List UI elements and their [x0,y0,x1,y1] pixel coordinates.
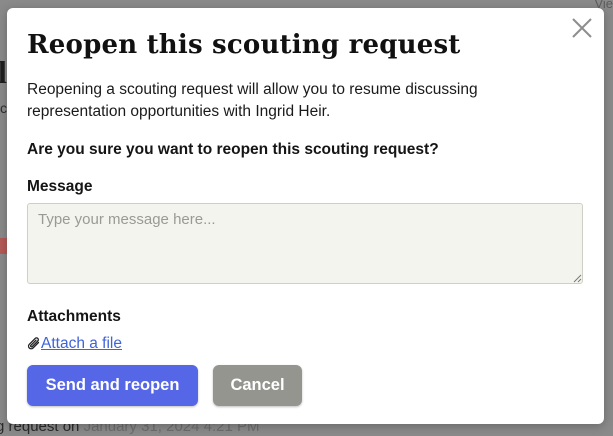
attachments-label: Attachments [27,308,121,325]
send-and-reopen-button[interactable]: Send and reopen [27,365,198,406]
modal-title: Reopen this scouting request [27,30,461,60]
cancel-button[interactable]: Cancel [213,365,302,406]
background-status-badge [0,238,7,254]
attach-file-link[interactable]: Attach a file [41,335,122,353]
paperclip-icon [27,337,40,350]
close-icon [572,18,592,38]
close-button[interactable] [570,16,594,40]
message-textarea[interactable] [27,203,583,284]
attach-file-row[interactable]: Attach a file [27,335,122,353]
background-text-fragment: c [0,100,7,116]
confirm-question: Are you sure you want to reopen this sco… [27,141,439,158]
background-heading-fragment: l [0,54,7,90]
modal-description: Reopening a scouting request will allow … [27,81,478,120]
message-label: Message [27,178,93,195]
reopen-request-modal: Reopen this scouting request Reopening a… [7,8,604,424]
